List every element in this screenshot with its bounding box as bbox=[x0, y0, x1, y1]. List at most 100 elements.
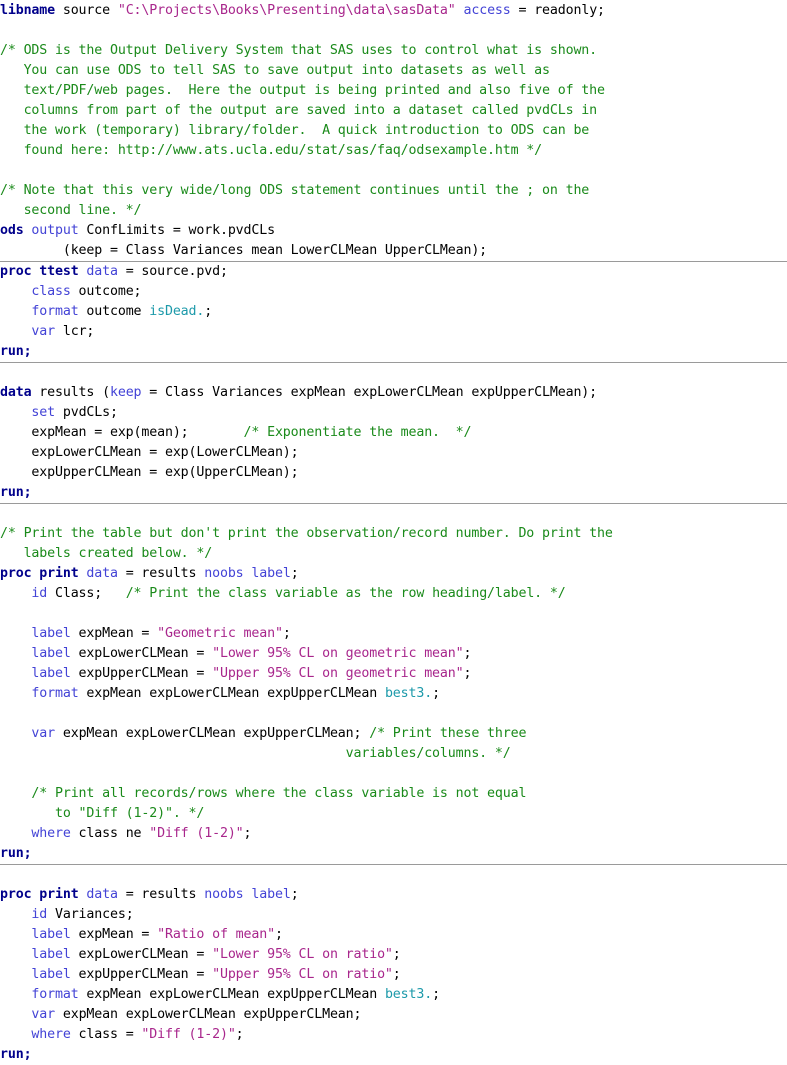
code-token-comment: /* Print these three bbox=[369, 726, 527, 741]
code-token-comment: columns from part of the output are save… bbox=[0, 103, 598, 118]
code-token-plain: ; bbox=[274, 927, 283, 942]
code-token-stmt: set bbox=[0, 405, 55, 420]
code-token-plain: expLowerCLMean = bbox=[70, 646, 213, 661]
code-token-plain: ; bbox=[282, 626, 291, 641]
code-token-plain: ; bbox=[392, 947, 401, 962]
code-token-proc: run; bbox=[0, 846, 32, 861]
code-token-plain: outcome bbox=[78, 304, 150, 319]
code-token-comment: /* Exponentiate the mean. */ bbox=[243, 425, 472, 440]
code-token-plain: expUpperCLMean = exp(UpperCLMean); bbox=[0, 465, 299, 480]
code-token-plain: expMean = bbox=[70, 927, 158, 942]
code-line: to "Diff (1-2)". */ bbox=[0, 804, 787, 824]
code-line: label expLowerCLMean = "Lower 95% CL on … bbox=[0, 644, 787, 664]
code-token-plain: ; bbox=[235, 1027, 244, 1042]
code-token-plain: = results bbox=[117, 566, 205, 581]
code-token-comment: labels created below. */ bbox=[0, 546, 213, 561]
code-token-plain: expMean expLowerCLMean expUpperCLMean bbox=[78, 686, 385, 701]
code-token-plain: ; bbox=[392, 967, 401, 982]
code-token-stmt: data bbox=[86, 566, 118, 581]
code-token-stmt: format bbox=[0, 987, 79, 1002]
code-line: label expLowerCLMean = "Lower 95% CL on … bbox=[0, 945, 787, 965]
code-token-plain: Variances; bbox=[47, 907, 134, 922]
code-line: libname source "C:\Projects\Books\Presen… bbox=[0, 1, 787, 21]
code-token-stmt: format bbox=[0, 686, 79, 701]
code-token-proc: proc print bbox=[0, 887, 87, 902]
code-line: proc ttest data = source.pvd; bbox=[0, 262, 787, 282]
code-token-comment: /* ODS is the Output Delivery System tha… bbox=[0, 43, 598, 58]
code-token-stmt: id bbox=[0, 586, 48, 601]
code-token-stmt: noobs label bbox=[204, 887, 291, 902]
code-token-plain: ConfLimits = work.pvdCLs bbox=[78, 223, 275, 238]
code-line: data results (keep = Class Variances exp… bbox=[0, 383, 787, 403]
code-token-string: "Ratio of mean" bbox=[157, 927, 275, 942]
code-token-string: "Diff (1-2)" bbox=[149, 826, 244, 841]
code-token-plain: ; bbox=[463, 666, 472, 681]
code-line: /* ODS is the Output Delivery System tha… bbox=[0, 41, 787, 61]
code-token-plain: = source.pvd; bbox=[117, 264, 228, 279]
code-token-plain: expMean expLowerCLMean expUpperCLMean; bbox=[55, 1007, 362, 1022]
code-line: id Variances; bbox=[0, 905, 787, 925]
code-token-stmt: data bbox=[86, 887, 118, 902]
code-line: run; bbox=[0, 342, 787, 362]
code-token-stmt: access bbox=[463, 3, 511, 18]
code-token-stmt: where bbox=[0, 1027, 71, 1042]
code-token-plain: expLowerCLMean = bbox=[70, 947, 213, 962]
code-token-stmt: label bbox=[0, 967, 71, 982]
code-token-stmt: label bbox=[0, 927, 71, 942]
code-token-stmt: var bbox=[0, 1007, 55, 1022]
code-token-format: isDead. bbox=[149, 304, 205, 319]
sas-code-listing: libname source "C:\Projects\Books\Presen… bbox=[0, 0, 787, 1065]
code-token-comment: the work (temporary) library/folder. A q… bbox=[0, 123, 590, 138]
code-line: expLowerCLMean = exp(LowerCLMean); bbox=[0, 443, 787, 463]
code-token-plain: = results bbox=[117, 887, 205, 902]
code-token-plain: ; bbox=[243, 826, 252, 841]
code-token-stmt: label bbox=[0, 626, 71, 641]
code-line: id Class; /* Print the class variable as… bbox=[0, 584, 787, 604]
code-token-plain: ; bbox=[204, 304, 213, 319]
code-block: data results (keep = Class Variances exp… bbox=[0, 363, 787, 504]
code-line: columns from part of the output are save… bbox=[0, 101, 787, 121]
code-line: expMean = exp(mean); /* Exponentiate the… bbox=[0, 423, 787, 443]
code-token-plain: expLowerCLMean = exp(LowerCLMean); bbox=[0, 445, 299, 460]
code-token-string: "Lower 95% CL on geometric mean" bbox=[212, 646, 464, 661]
code-token-plain: ; bbox=[290, 887, 299, 902]
code-line: /* Print all records/rows where the clas… bbox=[0, 784, 787, 804]
code-token-comment: /* Print the table but don't print the o… bbox=[0, 526, 613, 541]
code-line: /* Print the table but don't print the o… bbox=[0, 524, 787, 544]
code-token-stmt: output bbox=[31, 223, 79, 238]
code-token-proc: run; bbox=[0, 1047, 32, 1062]
code-token-stmt: format bbox=[0, 304, 79, 319]
code-token-comment: second line. */ bbox=[0, 203, 142, 218]
code-token-stmt: label bbox=[0, 646, 71, 661]
code-block: /* Print the table but don't print the o… bbox=[0, 504, 787, 865]
code-line: label expUpperCLMean = "Upper 95% CL on … bbox=[0, 965, 787, 985]
code-token-proc: run; bbox=[0, 344, 32, 359]
code-token-plain: expUpperCLMean = bbox=[70, 967, 213, 982]
code-token-plain: ; bbox=[432, 987, 440, 1002]
code-line: run; bbox=[0, 483, 787, 503]
code-line: var expMean expLowerCLMean expUpperCLMea… bbox=[0, 1005, 787, 1025]
code-token-string: "Upper 95% CL on geometric mean" bbox=[212, 666, 464, 681]
code-token-plain: expMean = bbox=[70, 626, 158, 641]
code-token-string: "Upper 95% CL on ratio" bbox=[212, 967, 393, 982]
code-token-comment: /* Print the class variable as the row h… bbox=[125, 586, 566, 601]
code-token-stmt: label bbox=[0, 947, 71, 962]
code-token-plain: outcome; bbox=[70, 284, 142, 299]
code-line: format outcome isDead.; bbox=[0, 302, 787, 322]
code-line: expUpperCLMean = exp(UpperCLMean); bbox=[0, 463, 787, 483]
code-token-string: "Lower 95% CL on ratio" bbox=[212, 947, 393, 962]
code-token-string: "C:\Projects\Books\Presenting\data\sasDa… bbox=[117, 3, 456, 18]
code-token-comment: You can use ODS to tell SAS to save outp… bbox=[0, 63, 550, 78]
code-token-stmt: noobs label bbox=[204, 566, 291, 581]
code-token-plain: expUpperCLMean = bbox=[70, 666, 213, 681]
code-line: (keep = Class Variances mean LowerCLMean… bbox=[0, 241, 787, 261]
code-line: label expMean = "Geometric mean"; bbox=[0, 624, 787, 644]
code-token-comment: variables/columns. */ bbox=[0, 746, 511, 761]
code-token-stmt: id bbox=[0, 907, 48, 922]
code-token-plain: expMean expLowerCLMean expUpperCLMean; bbox=[55, 726, 370, 741]
code-token-format: best3. bbox=[384, 987, 433, 1002]
